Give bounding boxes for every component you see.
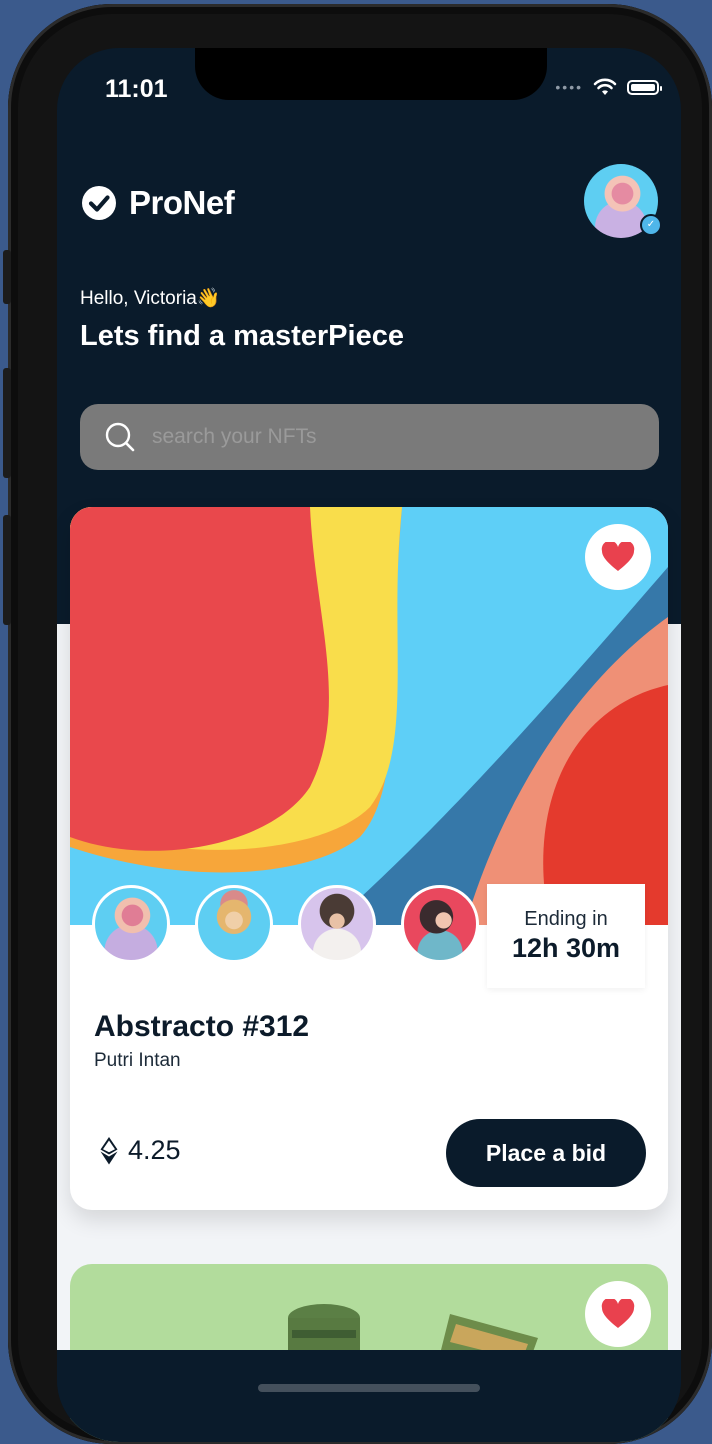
volume-down-button [3,515,11,625]
heart-icon [601,542,635,571]
ending-value: 12h 30m [511,933,621,963]
nft-artwork [70,507,668,925]
battery-icon [627,79,662,95]
wifi-icon [593,78,617,95]
app-screen: 11:01 •••• ProNef ✓ Hello, Victoria👋 Let… [57,48,681,1442]
favorite-button[interactable] [585,524,651,590]
verified-badge-icon: ✓ [640,214,662,236]
search-input[interactable] [150,424,634,450]
ending-label: Ending in [524,908,608,930]
status-time: 11:01 [105,75,168,103]
bidder-avatars [92,885,479,963]
volume-up-button [3,368,11,478]
notch [195,48,547,100]
greeting: Hello, Victoria👋 [80,286,221,310]
bidder-avatar[interactable] [298,885,376,963]
home-indicator[interactable] [258,1384,480,1392]
page-headline: Lets find a masterPiece [80,320,404,352]
nft-artist: Putri Intan [94,1050,181,1071]
price-value: 4.25 [128,1135,181,1165]
brand-logo: ProNef [81,184,235,222]
nft-title: Abstracto #312 [94,1010,310,1043]
status-icons: •••• [555,78,662,96]
auction-timer: Ending in 12h 30m [487,884,645,988]
bidder-avatar[interactable] [401,885,479,963]
mute-switch [3,250,11,304]
search-icon [105,422,135,452]
ethereum-icon [100,1136,118,1164]
search-bar[interactable] [80,404,659,470]
signal-dots-icon: •••• [555,79,583,95]
check-circle-icon [82,186,116,220]
nft-card[interactable]: Ending in 12h 30m Abstracto #312 Putri I… [70,507,668,1210]
favorite-button[interactable] [585,1281,651,1347]
profile-avatar[interactable]: ✓ [584,164,662,238]
place-bid-button[interactable]: Place a bid [446,1119,646,1187]
brand-name: ProNef [129,184,235,221]
nft-price: 4.25 [100,1135,181,1166]
heart-icon [601,1299,635,1328]
greeting-text: Hello, Victoria [80,288,197,309]
bottom-bar [57,1350,681,1442]
bidder-avatar[interactable] [92,885,170,963]
wave-emoji: 👋 [196,288,221,309]
bidder-avatar[interactable] [195,885,273,963]
